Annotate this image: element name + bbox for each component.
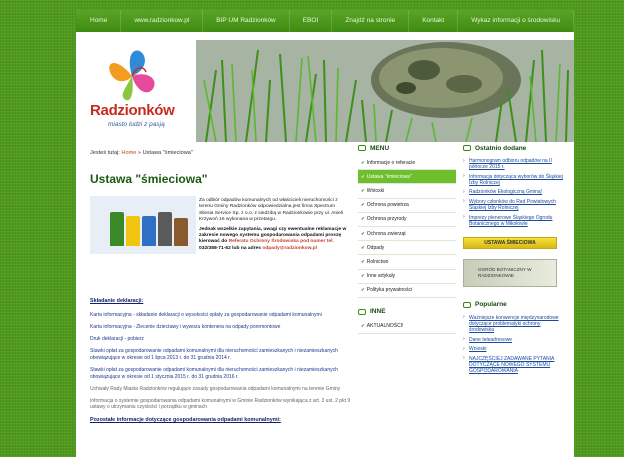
recent-link[interactable]: Radzionków Ekologiczną Gminą! [463, 189, 563, 196]
nav-bip[interactable]: BIP UM Radzionków [203, 10, 290, 32]
popular-title: Popularne [463, 297, 563, 313]
inne-box-icon [358, 308, 366, 315]
right-sidebar: Ostatnio dodane Harmonogram odbioru odpa… [463, 140, 563, 378]
recent-link[interactable]: Informacja dotycząca wyborów do Śląskiej… [463, 173, 563, 186]
breadcrumb-prefix: Jesteś tutaj: [90, 150, 120, 156]
menu-item[interactable]: Ochrona przyrody [358, 213, 456, 227]
popular-link[interactable]: Dane teleadresowe [463, 336, 563, 343]
brand-name: Radzionków [90, 102, 175, 119]
toad-in-grass-image [196, 40, 574, 142]
email-link[interactable]: odpady@radzionkow.pl [262, 246, 317, 251]
logo[interactable]: Radzionków miasto ludzi z pasją [76, 40, 196, 142]
menu-item[interactable]: Odpady [358, 241, 456, 256]
intro-contact: Jednak wszelkie zapytania, uwagi czy ewe… [199, 227, 349, 253]
menu-item[interactable]: Inne artykuły [358, 270, 456, 284]
ustawa-smieciowa-banner[interactable]: USTAWA ŚMIECIOWA [463, 236, 557, 249]
menu-title-label: MENU [370, 144, 390, 152]
menu-item-active[interactable]: Ustawa "śmieciowa" [358, 170, 456, 185]
popular-link[interactable]: Ważniejsze konwencje międzynarodowe doty… [463, 314, 563, 333]
recent-link[interactable]: Imprezy plenerowe Śląskiego Ogrodu Botan… [463, 214, 563, 227]
top-navigation: Home www.radzionkow.pl BIP UM Radzionków… [76, 10, 575, 32]
breadcrumb-separator: » [137, 150, 142, 156]
content-list: Składanie deklaracji: Karta informacyjna… [90, 298, 352, 431]
breadcrumb-current: Ustawa "śmieciowa" [142, 150, 193, 156]
menu-item[interactable]: Ochrona powietrza [358, 199, 456, 213]
menu-title: MENU [358, 140, 456, 156]
content-link[interactable]: Karta informacyjna - Zlecenie dzierżawy … [90, 324, 352, 331]
popular-box-icon [463, 301, 471, 308]
popular-link[interactable]: NAJCZĘŚCIEJ ZADAWANE PYTANIA DOTYCZĄCE N… [463, 355, 563, 374]
bins-illustration [110, 212, 188, 246]
menu-item[interactable]: Ochrona zwierząt [358, 227, 456, 242]
butterfly-logo-icon [109, 50, 155, 101]
intro-text: Za odbiór odpadów komunalnych od właścic… [199, 198, 349, 252]
referat-link[interactable]: Referatu Ochrony Środowiska pod numer te… [229, 239, 334, 244]
nav-radzionkow[interactable]: www.radzionkow.pl [121, 10, 204, 32]
menu-item[interactable]: Rolnictwo [358, 255, 456, 270]
recent-link[interactable]: Harmonogram odbioru odpadów na II półroc… [463, 157, 563, 170]
recent-link[interactable]: Wybory członków do Rad Powiatowych Śląsk… [463, 198, 563, 211]
page-title: Ustawa "śmieciowa" [90, 172, 208, 186]
page-container: Radzionków miasto ludzi z pasją Jesteś t… [76, 32, 574, 457]
popular-title-label: Popularne [475, 301, 507, 309]
nav-search[interactable]: Znajdź na stronie [332, 10, 410, 32]
ogrod-botaniczny-banner[interactable]: OGRÓD BOTANICZNY W RADZIONKOWIE [463, 258, 557, 287]
nav-home[interactable]: Home [76, 10, 122, 32]
section-header-other: Pozostałe informacje dotyczące gospodaro… [90, 417, 281, 424]
popular-link[interactable]: Wnioski [463, 346, 563, 353]
content-link[interactable]: Karta informacyjna - składanie deklaracj… [90, 312, 352, 319]
waste-bins-image [90, 196, 196, 254]
brand-tagline: miasto ludzi z pasją [108, 121, 165, 128]
recent-title: Ostatnio dodane [463, 140, 563, 156]
main-content: Ustawa "śmieciowa" Za odbiór odpadów kom… [90, 172, 352, 423]
inne-title-label: INNE [370, 308, 386, 316]
menu-item-news[interactable]: AKTUALNOŚCI! [358, 320, 456, 335]
menu-item[interactable]: Wnioski [358, 184, 456, 199]
content-link[interactable]: Druk deklaracji - pobierz [90, 336, 352, 343]
intro-paragraph: Za odbiór odpadów komunalnych od właścic… [199, 198, 344, 223]
phone-text: 032/388-71-62 lub na adres [199, 245, 261, 251]
recent-box-icon [463, 145, 471, 151]
recent-title-label: Ostatnio dodane [475, 144, 527, 152]
breadcrumb-home[interactable]: Home [121, 150, 136, 156]
nav-eboi[interactable]: EBOI [290, 10, 333, 32]
section-header-declarations: Składanie deklaracji: [90, 298, 144, 304]
header: Radzionków miasto ludzi z pasją [76, 40, 574, 142]
breadcrumb: Jesteś tutaj: Home » Ustawa "śmieciowa" [90, 150, 193, 156]
nav-environment-list[interactable]: Wykaz informacji o środowisku [458, 10, 575, 32]
menu-item[interactable]: Informacje o referacie [358, 156, 456, 171]
menu-box-icon [358, 145, 366, 151]
menu-sidebar: MENU Informacje o referacie Ustawa "śmie… [358, 140, 456, 335]
menu-item[interactable]: Polityka prywatności [358, 284, 456, 298]
content-link[interactable]: Stawki opłat za gospodarowanie odpadami … [90, 367, 352, 380]
content-link[interactable]: Uchwały Rady Miasta Radzionków regulując… [90, 386, 352, 393]
inne-title: INNE [358, 304, 456, 320]
content-link[interactable]: Stawki opłat za gospodarowanie odpadami … [90, 348, 352, 361]
nav-contact[interactable]: Kontakt [409, 10, 459, 32]
content-link[interactable]: Informacja o systemie gospodarowania odp… [90, 398, 352, 411]
header-photo [196, 40, 574, 142]
